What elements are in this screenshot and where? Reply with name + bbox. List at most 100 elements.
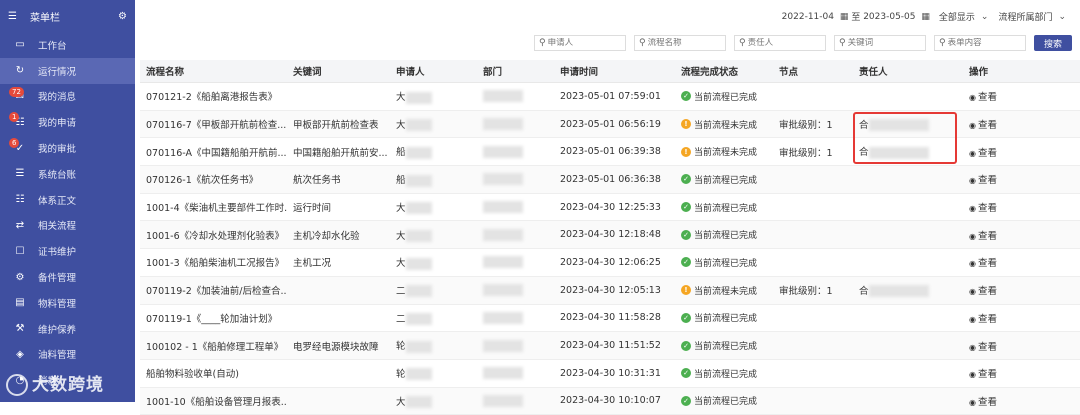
content-search-field[interactable]: ⚲ [934, 35, 1026, 51]
status-badge: ✓ 当前流程已完成 [681, 201, 757, 214]
keyword-cell: 甲板部开航前检查表 [287, 110, 390, 139]
process-name-cell[interactable]: 100102 - 1《船舶修理工程单》 [140, 331, 287, 360]
keyword-cell: 主机工况 [287, 248, 390, 277]
sidebar-item[interactable]: ✓ 6 我的审批 [0, 135, 135, 161]
table-row[interactable]: 1001-4《柴油机主要部件工作时... 运行时间大 2023-04-30 12:2… [140, 193, 1080, 222]
table-row[interactable]: 070121-2《船舶离港报告表》 大 2023-05-01 07:59:01 ✓ 当前… [140, 82, 1080, 111]
node-cell: 审批级别：1 [773, 276, 853, 305]
applicant-cell: 轮 [390, 331, 477, 360]
redacted-block [405, 202, 432, 215]
view-link[interactable]: ◉ 查看 [969, 286, 997, 297]
view-link[interactable]: ◉ 查看 [969, 148, 997, 159]
box-icon: ▤ [15, 297, 25, 309]
process-name-search-input[interactable] [647, 38, 718, 48]
table-row[interactable]: 070119-1《____轮加油计划》 二 2023-04-30 11:58:28 ✓… [140, 304, 1080, 333]
process-name-cell[interactable]: 070116-7《甲板部开航前检查... [140, 110, 287, 139]
redacted-block [483, 173, 523, 186]
view-link-label: 查看 [977, 313, 997, 325]
view-link[interactable]: ◉ 查看 [969, 258, 997, 269]
applicant-search-field[interactable]: ⚲ [534, 35, 626, 51]
search-icon: ⚲ [939, 38, 946, 48]
table-row[interactable]: 1001-3《船舶柴油机工况报告》 主机工况大 2023-04-30 12:06:2… [140, 248, 1080, 277]
view-link[interactable]: ◉ 查看 [969, 369, 997, 380]
status-cell: ✓ 当前流程已完成 [675, 82, 773, 111]
search-button[interactable]: 搜索 [1034, 35, 1072, 51]
apply-time-cell: 2023-05-01 06:39:38 [554, 137, 675, 167]
owner-search-input[interactable] [747, 38, 818, 48]
table-row[interactable]: 1001-10《船舶设备管理月报表... 大 2023-04-30 10:10:07… [140, 387, 1080, 415]
department-cell [477, 248, 554, 277]
process-name-cell[interactable]: 070119-2《加装油前/后检查合... [140, 276, 287, 305]
scope-select[interactable]: 全部显示 ⌄ [939, 10, 993, 24]
view-link[interactable]: ◉ 查看 [969, 397, 997, 408]
view-link[interactable]: ◉ 查看 [969, 175, 997, 186]
applicant-name: 轮 [396, 368, 406, 380]
date-to-input[interactable]: 2023-05-05 [860, 12, 918, 22]
sidebar: ☰ 菜单栏 ⚙ ▭工作台↻运行情况✉72我的消息☷1我的申请✓6我的审批☰系统台… [0, 0, 135, 402]
sidebar-item-label: 运行情况 [38, 66, 77, 78]
apply-time-cell: 2023-04-30 12:06:25 [554, 248, 675, 277]
calendar-icon[interactable]: ▦ [840, 12, 849, 22]
sidebar-item[interactable]: ☷ 1 我的申请 [0, 109, 135, 135]
applicant-search-input[interactable] [547, 38, 618, 48]
sidebar-item[interactable]: ◈ 油料管理 [0, 342, 135, 368]
view-link[interactable]: ◉ 查看 [969, 314, 997, 325]
process-name-cell[interactable]: 070119-1《____轮加油计划》 [140, 304, 287, 333]
applicant-cell: 大 [390, 82, 477, 111]
status-text: 当前流程未完成 [694, 148, 758, 159]
sidebar-item[interactable]: ↻ 运行情况 [0, 57, 135, 84]
gear-icon: ⚙ [15, 271, 25, 283]
owner-search-field[interactable]: ⚲ [734, 35, 826, 51]
sidebar-item[interactable]: ✉72我的消息 [0, 84, 135, 110]
applicant-name: 大 [396, 230, 406, 242]
process-name-cell[interactable]: 船舶物料验收单(自动) [140, 359, 287, 388]
table-row[interactable]: 船舶物料验收单(自动) 轮 2023-04-30 10:31:31 ✓ 当前流程已完成 ◉… [140, 359, 1080, 388]
sidebar-item[interactable]: ⇄ 相关流程 [0, 213, 135, 239]
sidebar-item[interactable]: ☷ 体系正文 [0, 187, 135, 213]
dept-select[interactable]: 流程所属部门 ⌄ [998, 10, 1070, 24]
table-row[interactable]: 070126-1《航次任务书》 航次任务书船 2023-05-01 06:36:38… [140, 165, 1080, 194]
process-name-cell[interactable]: 1001-6《冷却水处理剂化验表》 [140, 220, 287, 250]
table-row[interactable]: 070119-2《加装油前/后检查合... 二 2023-04-30 12:05:1… [140, 276, 1080, 305]
sidebar-item[interactable]: ⚒ 维护保养 [0, 316, 135, 342]
process-name-cell[interactable]: 1001-4《柴油机主要部件工作时... [140, 193, 287, 222]
search-icon: ⚲ [539, 38, 546, 48]
menu-icon[interactable]: ☰ [8, 11, 20, 22]
eye-icon: ◉ [969, 259, 976, 269]
keyword-search-input[interactable] [847, 38, 918, 48]
redacted-block [405, 396, 432, 409]
sidebar-item[interactable]: ▤ 物料管理 [0, 290, 135, 316]
sidebar-item[interactable]: ▭ 工作台 [0, 32, 135, 58]
calendar-icon[interactable]: ▦ [921, 12, 930, 22]
sidebar-item[interactable]: ⚙ 备件管理 [0, 264, 135, 290]
applicant-name: 大 [396, 258, 406, 270]
sidebar-item[interactable]: ☰ 系统台账 [0, 161, 135, 187]
redacted-block [483, 284, 523, 297]
keyword-search-field[interactable]: ⚲ [834, 35, 926, 51]
view-link[interactable]: ◉ 查看 [969, 120, 997, 131]
applicant-name: 大 [396, 119, 406, 131]
sidebar-item[interactable]: ☐ 证书维护 [0, 238, 135, 264]
highlight-box [853, 112, 957, 164]
keyword-cell [287, 387, 390, 415]
view-link[interactable]: ◉ 查看 [969, 231, 997, 242]
check-circle-icon: ✓ [681, 91, 691, 102]
status-text: 当前流程已完成 [694, 369, 758, 380]
view-link[interactable]: ◉ 查看 [969, 203, 997, 214]
settings-icon[interactable]: ⚙ [118, 11, 127, 22]
process-name-cell[interactable]: 1001-3《船舶柴油机工况报告》 [140, 248, 287, 277]
table-row[interactable]: 100102 - 1《船舶修理工程单》 电罗经电源模块故障轮 2023-04-30 … [140, 331, 1080, 360]
view-link[interactable]: ◉ 查看 [969, 342, 997, 353]
process-name-cell[interactable]: 070116-A《中国籍船舶开航前... [140, 137, 287, 167]
process-name-cell[interactable]: 070121-2《船舶离港报告表》 [140, 82, 287, 111]
process-name-cell[interactable]: 070126-1《航次任务书》 [140, 165, 287, 194]
process-name-search-field[interactable]: ⚲ [634, 35, 726, 51]
sidebar-item-label: 相关流程 [38, 221, 77, 233]
process-name-cell[interactable]: 1001-10《船舶设备管理月报表... [140, 387, 287, 415]
date-from-input[interactable]: 2022-11-04 [779, 12, 837, 22]
action-cell: ◉ 查看 [963, 387, 1080, 415]
content-search-input[interactable] [947, 38, 1018, 48]
table-row[interactable]: 1001-6《冷却水处理剂化验表》 主机冷却水化验大 2023-04-30 12:1… [140, 220, 1080, 250]
view-link[interactable]: ◉ 查看 [969, 92, 997, 103]
view-link-label: 查看 [977, 258, 997, 270]
